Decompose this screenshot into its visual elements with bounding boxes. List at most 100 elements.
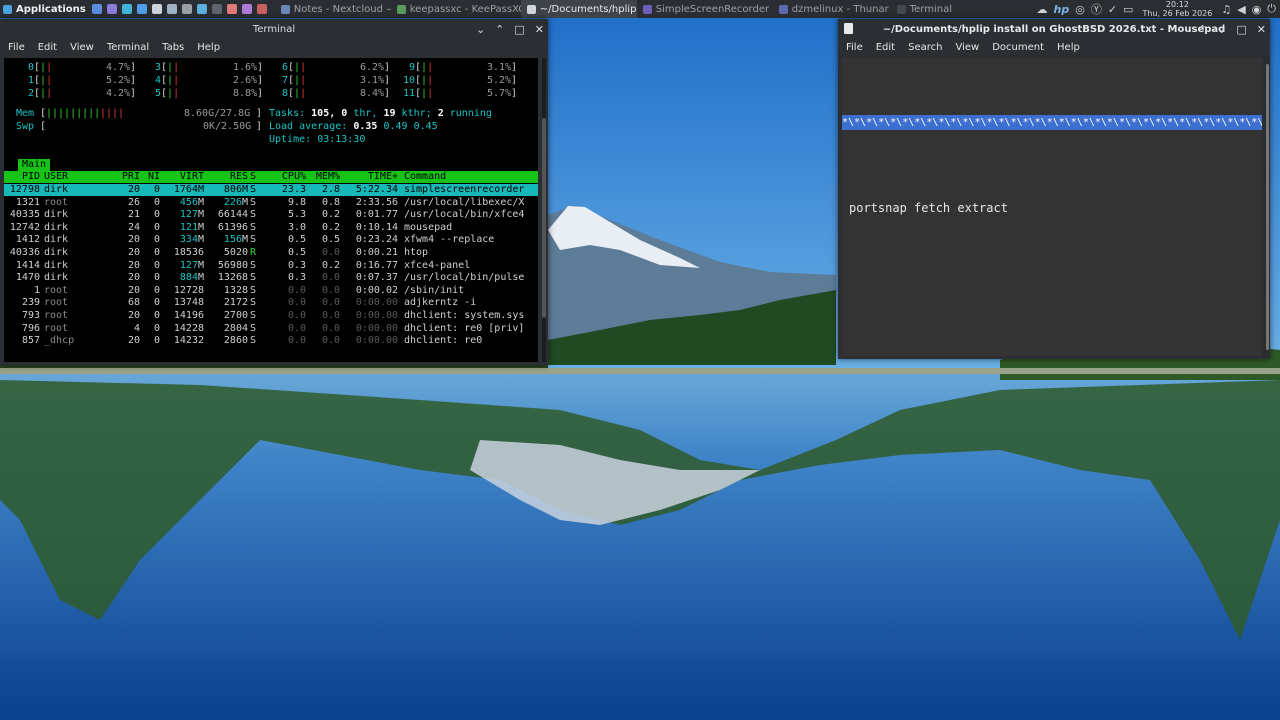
process-row[interactable]: 1412 dirk 20 0 334M 156M S 0.5 0.5 0:23.24 xfwm4 -… bbox=[4, 234, 538, 246]
menu-file[interactable]: File bbox=[846, 42, 863, 53]
menu-search[interactable]: Search bbox=[908, 42, 942, 53]
process-row[interactable]: 239 root 68 0 13748 2172 S 0.0 0.0 0:00.00 adjkern… bbox=[4, 297, 538, 309]
column-header[interactable]: TIME+ bbox=[344, 171, 398, 183]
process-row[interactable]: 1470 dirk 20 0 884M 13268 S 0.3 0.0 0:07.37/usr/l… bbox=[4, 272, 538, 284]
terminal-launcher-icon[interactable] bbox=[211, 4, 222, 14]
cell-user: root bbox=[44, 322, 69, 334]
cell-s: S bbox=[250, 272, 257, 284]
menu-file[interactable]: File bbox=[8, 42, 25, 53]
column-header[interactable]: CPU% bbox=[272, 171, 306, 183]
tab-main[interactable]: Main bbox=[18, 159, 51, 171]
terminal-scrollbar[interactable] bbox=[542, 58, 546, 362]
column-header[interactable]: MEM% bbox=[310, 171, 340, 183]
menu-document[interactable]: Document bbox=[992, 42, 1044, 53]
task-mousepad[interactable]: ~/Documents/hplip i... bbox=[520, 0, 637, 18]
cell-cpu: 0.3 bbox=[287, 259, 306, 271]
process-row[interactable]: 40335 dirk 21 0 127M 66144 S 5.3 0.2 0:01.77/usr/… bbox=[4, 209, 538, 221]
image-launcher-icon[interactable] bbox=[196, 4, 207, 14]
menu-view[interactable]: View bbox=[70, 42, 94, 53]
close-icon[interactable]: ✕ bbox=[1257, 23, 1266, 36]
notifications-icon[interactable]: ◉ bbox=[1252, 3, 1262, 16]
column-header[interactable]: Command bbox=[404, 171, 538, 183]
cell-user: _dhcp bbox=[44, 335, 75, 347]
htop-screen[interactable]: 0[|| 4.7%] 1[|| 5.2%] 2[|| 4.2%] 3[|| 1.6%] 4[||… bbox=[4, 58, 538, 362]
display-icon[interactable]: ▭ bbox=[1123, 3, 1133, 16]
close-icon[interactable]: ✕ bbox=[535, 23, 544, 36]
process-row[interactable]: 12742 dirk 24 0 121M 61396 S 3.0 0.2 0:10.14 mouse… bbox=[4, 222, 538, 234]
terminal-titlebar[interactable]: Terminal ⌄ ⌃ □ ✕ bbox=[0, 19, 548, 39]
cell-virt: 127M bbox=[179, 259, 204, 271]
edge-launcher-icon[interactable] bbox=[136, 4, 147, 14]
menu-help[interactable]: Help bbox=[1057, 42, 1080, 53]
files-launcher-icon[interactable] bbox=[151, 4, 162, 14]
minimize-icon[interactable]: ⌄ bbox=[476, 23, 485, 36]
power-icon[interactable]: ⏻ bbox=[1267, 2, 1276, 16]
screenshot-launcher-icon[interactable] bbox=[226, 4, 237, 14]
column-header[interactable]: PRI bbox=[110, 171, 140, 183]
process-row[interactable]: 857 _dhcp 20 0 14232 2860 S 0.0 0.0 0:00.00 dhclie… bbox=[4, 335, 538, 347]
text-editor[interactable]: *\*\*\*\*\*\*\*\*\*\*\*\*\*\*\*\*\*\*\*\… bbox=[842, 58, 1262, 356]
hp-icon[interactable]: hp bbox=[1053, 3, 1069, 16]
menu-help[interactable]: Help bbox=[197, 42, 220, 53]
clock[interactable]: 20:12 Thu, 26 Feb 2026 bbox=[1142, 0, 1212, 18]
task-terminal[interactable]: Terminal bbox=[891, 0, 983, 18]
menu-terminal[interactable]: Terminal bbox=[107, 42, 149, 53]
menu-tabs[interactable]: Tabs bbox=[162, 42, 184, 53]
process-row-selected[interactable]: 12798 dirk 20 0 1764M 806M S 23.3 2.8 5:22.34 simp… bbox=[4, 184, 538, 196]
mousepad-window-icon[interactable] bbox=[844, 23, 853, 34]
menu-edit[interactable]: Edit bbox=[38, 42, 57, 53]
browser-launcher-icon[interactable] bbox=[106, 4, 117, 14]
maximize-icon[interactable]: □ bbox=[514, 23, 524, 36]
shade-icon[interactable]: ⌃ bbox=[1198, 23, 1207, 36]
shade-icon[interactable]: ⌃ bbox=[495, 23, 504, 36]
cell-virt: 121M bbox=[179, 221, 204, 233]
running-count: 2 bbox=[437, 108, 444, 119]
microphone-icon[interactable]: ♫ bbox=[1221, 3, 1231, 16]
cell-pid: 1470 bbox=[15, 272, 40, 284]
cpu-id: 4 bbox=[154, 75, 161, 86]
chat-launcher-icon[interactable] bbox=[121, 4, 132, 14]
vertical-scrollbar[interactable] bbox=[1264, 58, 1270, 356]
cell-user: root bbox=[44, 284, 69, 296]
process-row[interactable]: 796 root 4 0 14228 2804 S 0.0 0.0 0:00.00 dhclient… bbox=[4, 323, 538, 335]
network-icon[interactable]: ◎ bbox=[1075, 3, 1085, 16]
selected-text-line[interactable]: *\*\*\*\*\*\*\*\*\*\*\*\*\*\*\*\*\*\*\*\… bbox=[842, 115, 1262, 130]
menu-view[interactable]: View bbox=[955, 42, 979, 53]
menu-edit[interactable]: Edit bbox=[876, 42, 895, 53]
volume-icon[interactable]: ◀ bbox=[1237, 3, 1245, 16]
process-row[interactable]: 1414 dirk 20 0 127M 56980 S 0.3 0.2 0:16.77 xfce4-… bbox=[4, 260, 538, 272]
column-header[interactable]: RES bbox=[210, 171, 248, 183]
bug-launcher-icon[interactable] bbox=[241, 4, 252, 14]
show-desktop-icon[interactable] bbox=[91, 4, 102, 14]
mail-launcher-icon[interactable] bbox=[181, 4, 192, 14]
record-launcher-icon[interactable] bbox=[256, 4, 267, 14]
minimize-icon[interactable]: ⌄ bbox=[1217, 23, 1226, 36]
update-icon[interactable]: Ⓨ bbox=[1091, 1, 1102, 17]
column-header[interactable]: S bbox=[250, 171, 262, 183]
process-row[interactable]: 40336 dirk 20 0 18536 5020 R 0.5 0.0 0:00.21 htop bbox=[4, 247, 538, 259]
window-title: Terminal bbox=[252, 23, 296, 35]
column-header[interactable]: USER bbox=[44, 171, 104, 183]
column-header[interactable]: PID bbox=[4, 171, 40, 183]
text-line[interactable]: portsnap fetch extract bbox=[849, 201, 1008, 215]
applications-menu-button[interactable]: Applications bbox=[0, 4, 92, 15]
column-header[interactable]: VIRT bbox=[164, 171, 204, 183]
column-header[interactable]: NI bbox=[146, 171, 160, 183]
uptime-value: 03:13:30 bbox=[317, 134, 366, 145]
check-icon[interactable]: ✓ bbox=[1108, 3, 1117, 16]
maximize-icon[interactable]: □ bbox=[1236, 23, 1246, 36]
cell-virt: 18536 bbox=[173, 247, 204, 258]
mem-value: 8.60G/27.8G bbox=[184, 108, 251, 119]
cloud-sync-icon[interactable]: ☁ bbox=[1036, 3, 1047, 16]
process-table-header[interactable]: PID USER PRI NI VIRT RES S CPU% MEM% TIME+ Command bbox=[4, 171, 538, 183]
mousepad-titlebar[interactable]: ~/Documents/hplip install on GhostBSD 20… bbox=[838, 19, 1270, 39]
task-nextcloud-notes[interactable]: Notes - Nextcloud — ... bbox=[275, 0, 391, 18]
document-launcher-icon[interactable] bbox=[166, 4, 177, 14]
task-simplescreenrecorder[interactable]: SimpleScreenRecorder bbox=[637, 0, 773, 18]
process-row[interactable]: 1 root 20 0 12728 1328 S 0.0 0.0 0:00.02/sbin/ini… bbox=[4, 285, 538, 297]
task-keepassxc[interactable]: keepassxc - KeePassXC bbox=[391, 0, 521, 18]
task-thunar[interactable]: dzmelinux - Thunar bbox=[773, 0, 891, 18]
process-row[interactable]: 1321 root 26 0 456M 226M S 9.8 0.8 2:33.56/usr/lo… bbox=[4, 197, 538, 209]
process-row[interactable]: 793 root 20 0 14196 2700 S 0.0 0.0 0:00.00 dhclien… bbox=[4, 310, 538, 322]
cell-pri: 21 bbox=[127, 209, 140, 221]
